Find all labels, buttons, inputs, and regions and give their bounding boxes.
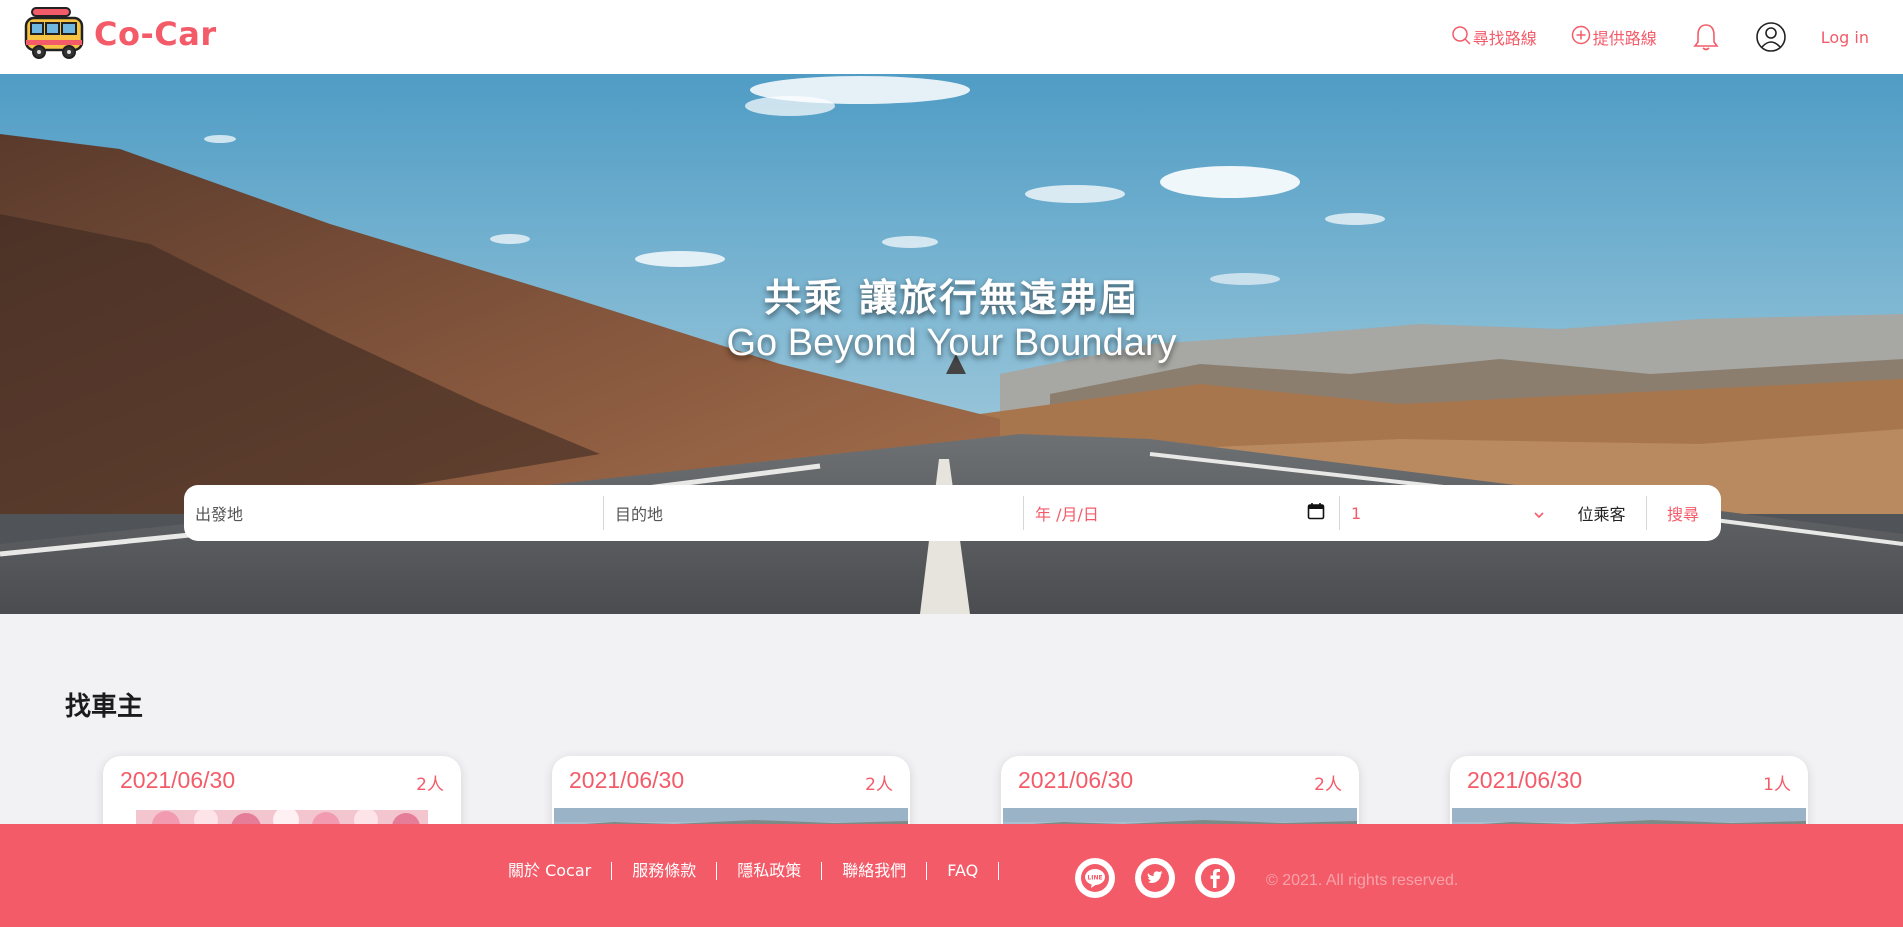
destination-placeholder: 目的地 (615, 505, 664, 524)
card-date: 2021/06/30 (1018, 767, 1134, 793)
offer-route-label: 提供路線 (1592, 29, 1657, 48)
card-passenger-count: 2人 (1314, 775, 1342, 795)
footer-links: 關於 Cocar 服務條款 隱私政策 聯絡我們 FAQ (508, 862, 1000, 880)
card-passenger-count: 2人 (865, 775, 893, 795)
footer-link-faq[interactable]: FAQ (927, 862, 1000, 880)
footer-link-about[interactable]: 關於 Cocar (508, 862, 613, 880)
logo[interactable]: Co-Car (22, 6, 217, 62)
hero-banner: 共乘 讓旅行無遠弗屆 Go Beyond Your Boundary 出發地 目… (0, 74, 1903, 614)
chevron-down-icon (1533, 504, 1545, 523)
card-date: 2021/06/30 (569, 767, 685, 793)
date-input[interactable]: 年 /月/日 (1024, 496, 1340, 530)
footer-link-contact[interactable]: 聯絡我們 (822, 862, 928, 880)
hero-title-zh: 共乘 讓旅行無遠弗屆 (763, 276, 1140, 320)
offer-route-link[interactable]: 提供路線 (1571, 25, 1657, 49)
search-bar: 出發地 目的地 年 /月/日 1 位乘客 搜尋 (184, 485, 1721, 541)
calendar-icon[interactable] (1307, 502, 1325, 524)
passenger-count-value: 1 (1351, 503, 1362, 523)
login-label: Log in (1820, 27, 1869, 47)
find-route-label: 尋找路線 (1472, 29, 1537, 48)
section-title: 找車主 (65, 692, 144, 722)
hero-title-en: Go Beyond Your Boundary (726, 322, 1177, 364)
van-logo-icon (22, 6, 86, 62)
card-date: 2021/06/30 (120, 767, 236, 793)
svg-text:LINE: LINE (1087, 875, 1102, 882)
passenger-select[interactable]: 1 (1340, 496, 1557, 530)
date-placeholder: 年 /月/日 (1035, 505, 1099, 524)
origin-placeholder: 出發地 (195, 505, 244, 524)
logo-text: Co-Car (94, 15, 217, 53)
user-icon[interactable] (1755, 21, 1787, 53)
origin-input[interactable]: 出發地 (184, 496, 604, 530)
line-icon[interactable]: LINE (1075, 858, 1115, 898)
copyright-text: © 2021. All rights reserved. (1266, 872, 1459, 889)
social-links: LINE (1075, 858, 1255, 898)
card-passenger-count: 2人 (416, 775, 444, 795)
facebook-icon[interactable] (1195, 858, 1235, 898)
destination-input[interactable]: 目的地 (604, 496, 1024, 530)
card-date: 2021/06/30 (1467, 767, 1583, 793)
footer-link-terms[interactable]: 服務條款 (612, 862, 718, 880)
bell-icon[interactable] (1693, 22, 1719, 52)
search-button[interactable]: 搜尋 (1647, 496, 1719, 530)
passenger-label: 位乘客 (1557, 496, 1647, 530)
card-passenger-count: 1人 (1763, 775, 1791, 795)
find-route-link[interactable]: 尋找路線 (1451, 25, 1537, 49)
twitter-icon[interactable] (1135, 858, 1175, 898)
login-link[interactable]: Log in (1821, 28, 1869, 47)
search-icon (1451, 25, 1473, 49)
main-nav: 尋找路線 提供路線 Log in (1417, 0, 1869, 74)
plus-circle-icon (1571, 25, 1593, 49)
site-header: Co-Car 尋找路線 提供路線 Log in (0, 0, 1903, 74)
footer-link-privacy[interactable]: 隱私政策 (717, 862, 823, 880)
site-footer: 關於 Cocar 服務條款 隱私政策 聯絡我們 FAQ (0, 824, 1903, 927)
